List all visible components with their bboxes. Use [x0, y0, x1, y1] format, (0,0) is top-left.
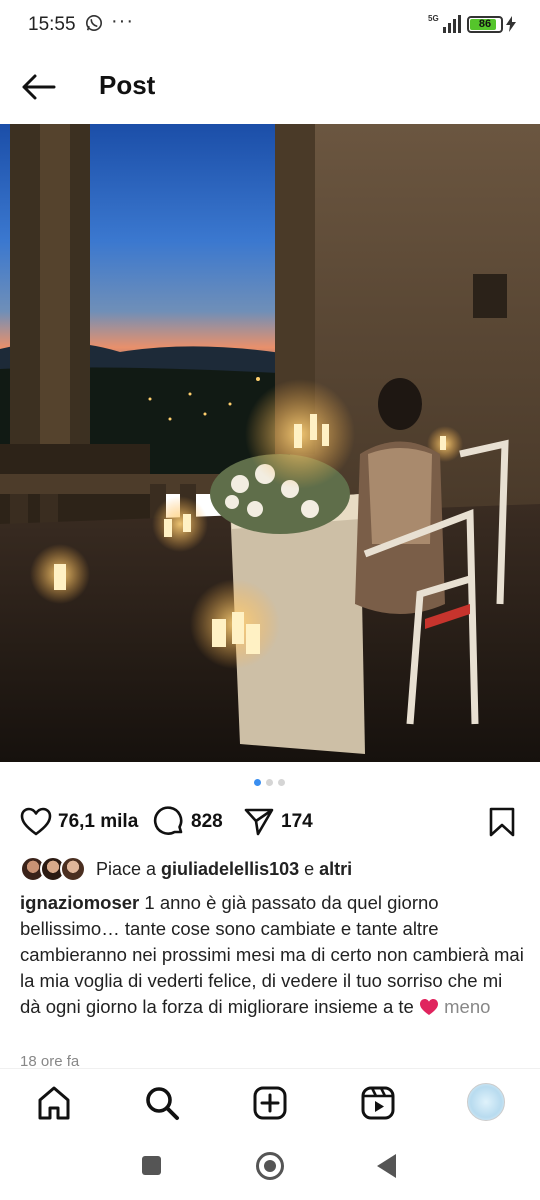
status-time: 15:55: [28, 14, 76, 35]
caption-username[interactable]: ignaziomoser: [20, 892, 139, 913]
battery-icon: 86: [467, 16, 503, 33]
liked-by-prefix: Piace a: [96, 858, 162, 879]
liked-by-others[interactable]: altri: [319, 859, 352, 879]
share-action[interactable]: 174: [243, 804, 313, 840]
liked-by-user[interactable]: giuliadelellis103: [161, 859, 299, 879]
like-action[interactable]: 76,1 mila: [20, 804, 138, 840]
carousel-dot: [278, 779, 285, 786]
red-heart-emoji-icon: [420, 999, 438, 1015]
liker-avatars: [20, 856, 86, 882]
back-triangle-icon[interactable]: [377, 1154, 396, 1178]
home-icon[interactable]: [36, 1085, 72, 1121]
whatsapp-icon: [85, 14, 103, 32]
post-caption: ignaziomoser 1 anno è già passato da que…: [20, 890, 525, 1020]
candlelit-dinner-photo: [0, 124, 540, 762]
paper-plane-icon[interactable]: [243, 806, 275, 838]
post-image[interactable]: [0, 124, 540, 762]
more-notifications-icon: ···: [111, 10, 134, 32]
liked-by-joiner: e: [299, 858, 320, 879]
post-actions: 76,1 mila 828 174: [0, 804, 540, 840]
status-bar: 15:55 ··· 5G 86: [0, 0, 540, 50]
search-icon[interactable]: [144, 1085, 180, 1121]
heart-icon[interactable]: [20, 806, 52, 838]
liked-by[interactable]: Piace a giuliadelellis103 e altri: [20, 855, 352, 883]
network-type: 5G: [428, 14, 439, 23]
back-arrow-icon[interactable]: [20, 72, 56, 102]
header: Post: [0, 50, 540, 124]
bottom-nav: [0, 1068, 540, 1136]
like-count: 76,1 mila: [58, 811, 139, 832]
battery-level: 86: [478, 18, 492, 30]
share-count: 174: [281, 811, 313, 832]
profile-avatar[interactable]: [467, 1083, 505, 1121]
system-nav-bar: [0, 1136, 540, 1200]
create-icon[interactable]: [252, 1085, 288, 1121]
signal-icon: 5G: [428, 14, 461, 33]
home-button-icon[interactable]: [256, 1152, 284, 1180]
carousel-dot: [266, 779, 273, 786]
carousel-indicator: [254, 779, 285, 786]
comment-count: 828: [191, 811, 223, 832]
bookmark-icon[interactable]: [488, 806, 516, 838]
caption-less-toggle[interactable]: meno: [444, 996, 490, 1017]
comment-action[interactable]: 828: [153, 804, 223, 840]
recent-apps-icon[interactable]: [142, 1156, 161, 1175]
avatar: [60, 856, 86, 882]
page-title: Post: [99, 70, 156, 100]
charging-icon: [506, 16, 516, 32]
liked-by-text: Piace a giuliadelellis103 e altri: [96, 859, 352, 880]
reels-icon[interactable]: [360, 1085, 396, 1121]
carousel-dot-active: [254, 779, 261, 786]
comment-bubble-icon[interactable]: [153, 806, 185, 838]
